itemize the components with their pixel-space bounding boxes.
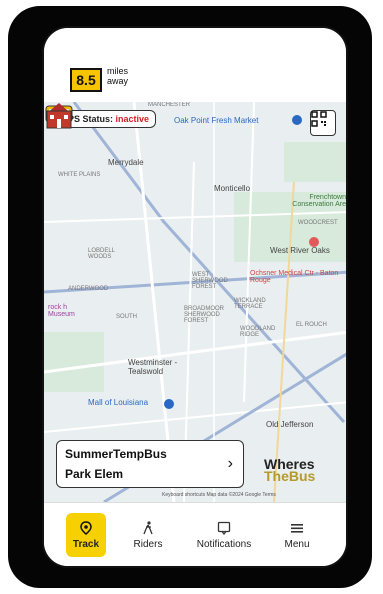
map-label-oak-point: Oak Point Fresh Market [174,116,259,125]
app-screen: 8.5 miles away GPS Status: inactive MANC… [42,26,348,568]
bus-route-name: SummerTempBus [65,447,167,461]
nav-menu-label: Menu [284,538,310,550]
map-label-old-jefferson: Old Jefferson [266,420,314,429]
map-label-west-river-oaks: West River Oaks [270,246,330,255]
map-label-south: SOUTH [116,314,137,320]
map-label-lobdell: LOBDELL WOODS [88,248,115,260]
qr-code-icon [311,111,327,127]
person-walking-icon [143,520,153,534]
map-label-woodland: WOODLAND RIDGE [240,326,276,338]
nav-menu[interactable]: Menu [272,513,322,557]
nav-notifications-label: Notifications [196,538,252,550]
map-label-manchester: MANCHESTER [148,102,191,108]
nav-track[interactable]: Track [66,513,106,557]
bus-school-name: Park Elem [65,467,124,481]
nav-notifications[interactable]: Notifications [184,513,264,557]
brand-line-2: TheBus [264,468,316,484]
map-attribution[interactable]: Keyboard shortcuts Map data ©2024 Google… [162,492,276,498]
chevron-right-icon[interactable]: › [228,455,233,473]
map-label-wickland: WICKLAND TERRACE [234,298,266,310]
top-bar: 8.5 miles away [44,28,346,103]
map-label-white-plains: WHITE PLAINS [58,172,101,178]
wheres-the-bus-logo: Wheres TheBus [264,457,316,484]
map-label-woodcrest: WOODCREST [298,220,338,226]
bus-route-card[interactable]: SummerTempBus Park Elem › [56,440,244,488]
map-label-merrydale: Merrydale [108,158,144,167]
qr-code-button[interactable] [310,110,336,136]
map-label-westminster: Westminster - Tealswold [128,358,178,376]
map-label-el-rouch: EL ROUCH [296,322,327,328]
nav-riders-label: Riders [133,538,163,550]
nav-track-label: Track [72,538,100,550]
map-label-monticello: Monticello [214,184,251,193]
distance-value: 8.5 [70,68,102,92]
map-label-broadmoor: BROADMOOR SHERWOOD FOREST [184,306,225,324]
map-view[interactable]: GPS Status: inactive MANCHESTER Oak Poin… [44,102,346,502]
map-label-frenchtown: Frenchtown Conservation Are [292,194,346,208]
school-icon[interactable] [44,102,74,130]
map-label-museum: rock h Museum [48,304,75,318]
location-pin-icon [80,520,92,535]
phone-frame: 8.5 miles away GPS Status: inactive MANC… [8,6,372,588]
gps-status-value: inactive [115,114,150,124]
nav-riders[interactable]: Riders [124,513,172,557]
notification-icon [217,521,231,535]
distance-unit: miles away [107,66,129,86]
hamburger-menu-icon [291,523,303,533]
map-label-ochsner: Ochsner Medical Ctr - Baton Rouge [250,270,339,284]
map-label-anderwood: ANDERWOOD [68,286,109,292]
map-label-west-sherwood: WEST SHERWOOD FOREST [192,272,228,290]
map-label-mall: Mall of Louisiana [88,398,149,407]
bottom-nav: Track Riders Notifications Menu [44,502,346,566]
